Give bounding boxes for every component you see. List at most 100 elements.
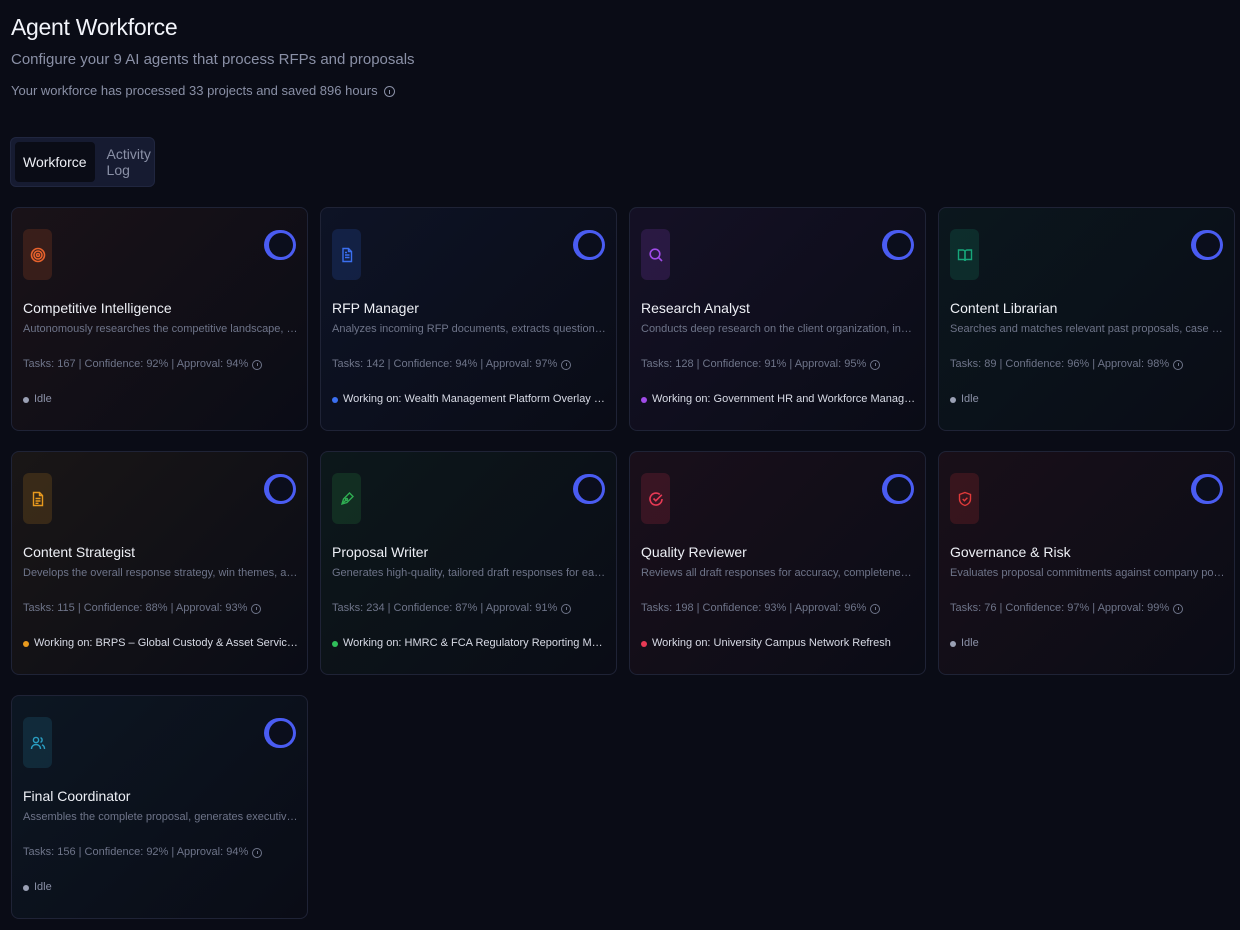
agent-icon-box: [23, 473, 52, 524]
status-dot: [332, 396, 338, 403]
status-dot: [332, 640, 338, 647]
agent-name: Content Librarian: [950, 300, 1058, 316]
agent-icon-box: [641, 473, 670, 524]
agent-card-content-librarian[interactable]: Content Librarian Searches and matches r…: [938, 207, 1235, 431]
agent-status: Working on: Wealth Management Platform O…: [332, 392, 607, 407]
info-icon[interactable]: [870, 603, 881, 614]
agent-status: Idle: [23, 880, 298, 895]
info-icon[interactable]: [383, 85, 395, 97]
tab-workforce[interactable]: Workforce: [15, 142, 95, 182]
pen-icon: [339, 491, 355, 507]
agent-status-text: Working on: University Campus Network Re…: [652, 637, 891, 649]
agent-stats: Tasks: 128 | Confidence: 91% | Approval:…: [641, 357, 881, 372]
agent-description: Analyzes incoming RFP documents, extract…: [332, 323, 607, 335]
agent-toggle[interactable]: [264, 230, 296, 260]
agent-stats: Tasks: 198 | Confidence: 93% | Approval:…: [641, 601, 881, 616]
status-dot: [641, 640, 647, 647]
status-dot: [950, 396, 956, 403]
agent-status-text: Idle: [961, 637, 979, 649]
agent-icon-box: [950, 473, 979, 524]
agent-stats: Tasks: 142 | Confidence: 94% | Approval:…: [332, 357, 572, 372]
agent-stats-text: Tasks: 89 | Confidence: 96% | Approval: …: [950, 358, 1170, 370]
agent-stats-text: Tasks: 76 | Confidence: 97% | Approval: …: [950, 602, 1170, 614]
agent-status-text: Idle: [34, 393, 52, 405]
document-icon: [339, 247, 355, 263]
target-icon: [30, 247, 46, 263]
agent-toggle[interactable]: [882, 230, 914, 260]
tab-bar: Workforce Activity Log: [10, 137, 155, 187]
agent-description: Reviews all draft responses for accuracy…: [641, 567, 916, 579]
agent-status: Working on: BRPS – Global Custody & Asse…: [23, 636, 298, 651]
info-icon[interactable]: [252, 359, 263, 370]
info-icon[interactable]: [870, 359, 881, 370]
agent-toggle[interactable]: [264, 718, 296, 748]
agent-name: Final Coordinator: [23, 788, 131, 804]
agent-stats: Tasks: 234 | Confidence: 87% | Approval:…: [332, 601, 572, 616]
info-icon[interactable]: [251, 603, 262, 614]
agent-description: Searches and matches relevant past propo…: [950, 323, 1225, 335]
agent-card-content-strategist[interactable]: Content Strategist Develops the overall …: [11, 451, 308, 675]
agent-description: Assembles the complete proposal, generat…: [23, 811, 298, 823]
agent-icon-box: [23, 229, 52, 280]
agent-stats-text: Tasks: 198 | Confidence: 93% | Approval:…: [641, 602, 867, 614]
agent-description: Develops the overall response strategy, …: [23, 567, 298, 579]
agent-stats: Tasks: 76 | Confidence: 97% | Approval: …: [950, 601, 1184, 616]
agent-stats: Tasks: 156 | Confidence: 92% | Approval:…: [23, 845, 263, 860]
agent-toggle[interactable]: [573, 230, 605, 260]
agent-description: Evaluates proposal commitments against c…: [950, 567, 1225, 579]
agent-name: RFP Manager: [332, 300, 419, 316]
agent-icon-box: [641, 229, 670, 280]
book-icon: [957, 247, 973, 263]
agent-stats-text: Tasks: 115 | Confidence: 88% | Approval:…: [23, 602, 248, 614]
agent-description: Conducts deep research on the client org…: [641, 323, 916, 335]
shield-check-icon: [957, 491, 973, 507]
agent-card-rfp-manager[interactable]: RFP Manager Analyzes incoming RFP docume…: [320, 207, 617, 431]
agent-stats-text: Tasks: 234 | Confidence: 87% | Approval:…: [332, 602, 558, 614]
agent-stats-text: Tasks: 156 | Confidence: 92% | Approval:…: [23, 846, 249, 858]
agent-stats: Tasks: 115 | Confidence: 88% | Approval:…: [23, 601, 262, 616]
check-circle-icon: [648, 491, 664, 507]
agent-description: Autonomously researches the competitive …: [23, 323, 298, 335]
agent-card-governance-risk[interactable]: Governance & Risk Evaluates proposal com…: [938, 451, 1235, 675]
agent-name: Proposal Writer: [332, 544, 429, 560]
page-title: Agent Workforce: [11, 14, 178, 40]
info-icon[interactable]: [1173, 603, 1184, 614]
agent-card-competitive-intelligence[interactable]: Competitive Intelligence Autonomously re…: [11, 207, 308, 431]
agent-status: Working on: Government HR and Workforce …: [641, 392, 916, 407]
agent-toggle[interactable]: [882, 474, 914, 504]
info-icon[interactable]: [561, 603, 572, 614]
agent-card-final-coordinator[interactable]: Final Coordinator Assembles the complete…: [11, 695, 308, 919]
status-dot: [641, 396, 647, 403]
agent-stats-text: Tasks: 167 | Confidence: 92% | Approval:…: [23, 358, 249, 370]
agent-status-text: Working on: Government HR and Workforce …: [652, 393, 916, 405]
status-dot: [23, 396, 29, 403]
agent-toggle[interactable]: [264, 474, 296, 504]
info-icon[interactable]: [252, 847, 263, 858]
info-icon[interactable]: [561, 359, 572, 370]
agent-icon-box: [332, 229, 361, 280]
agent-name: Content Strategist: [23, 544, 136, 560]
agent-card-proposal-writer[interactable]: Proposal Writer Generates high-quality, …: [320, 451, 617, 675]
agent-toggle[interactable]: [1191, 230, 1223, 260]
agent-stats-text: Tasks: 128 | Confidence: 91% | Approval:…: [641, 358, 867, 370]
agent-toggle[interactable]: [573, 474, 605, 504]
tab-activity-log[interactable]: Activity Log: [99, 142, 159, 182]
agent-status-text: Working on: Wealth Management Platform O…: [343, 393, 607, 405]
page-header: Agent Workforce Configure your 9 AI agen…: [11, 12, 415, 100]
agent-card-quality-reviewer[interactable]: Quality Reviewer Reviews all draft respo…: [629, 451, 926, 675]
status-dot: [23, 640, 29, 647]
info-icon[interactable]: [1173, 359, 1184, 370]
agent-toggle[interactable]: [1191, 474, 1223, 504]
agent-card-research-analyst[interactable]: Research Analyst Conducts deep research …: [629, 207, 926, 431]
agent-status: Idle: [950, 636, 1225, 651]
agent-name: Research Analyst: [641, 300, 750, 316]
file-text-icon: [30, 491, 46, 507]
workforce-stats-text: Your workforce has processed 33 projects…: [11, 83, 378, 98]
agent-icon-box: [332, 473, 361, 524]
agent-icon-box: [950, 229, 979, 280]
users-icon: [30, 735, 46, 751]
status-dot: [950, 640, 956, 647]
agent-status-text: Idle: [34, 881, 52, 893]
status-dot: [23, 884, 29, 891]
agent-stats: Tasks: 167 | Confidence: 92% | Approval:…: [23, 357, 263, 372]
